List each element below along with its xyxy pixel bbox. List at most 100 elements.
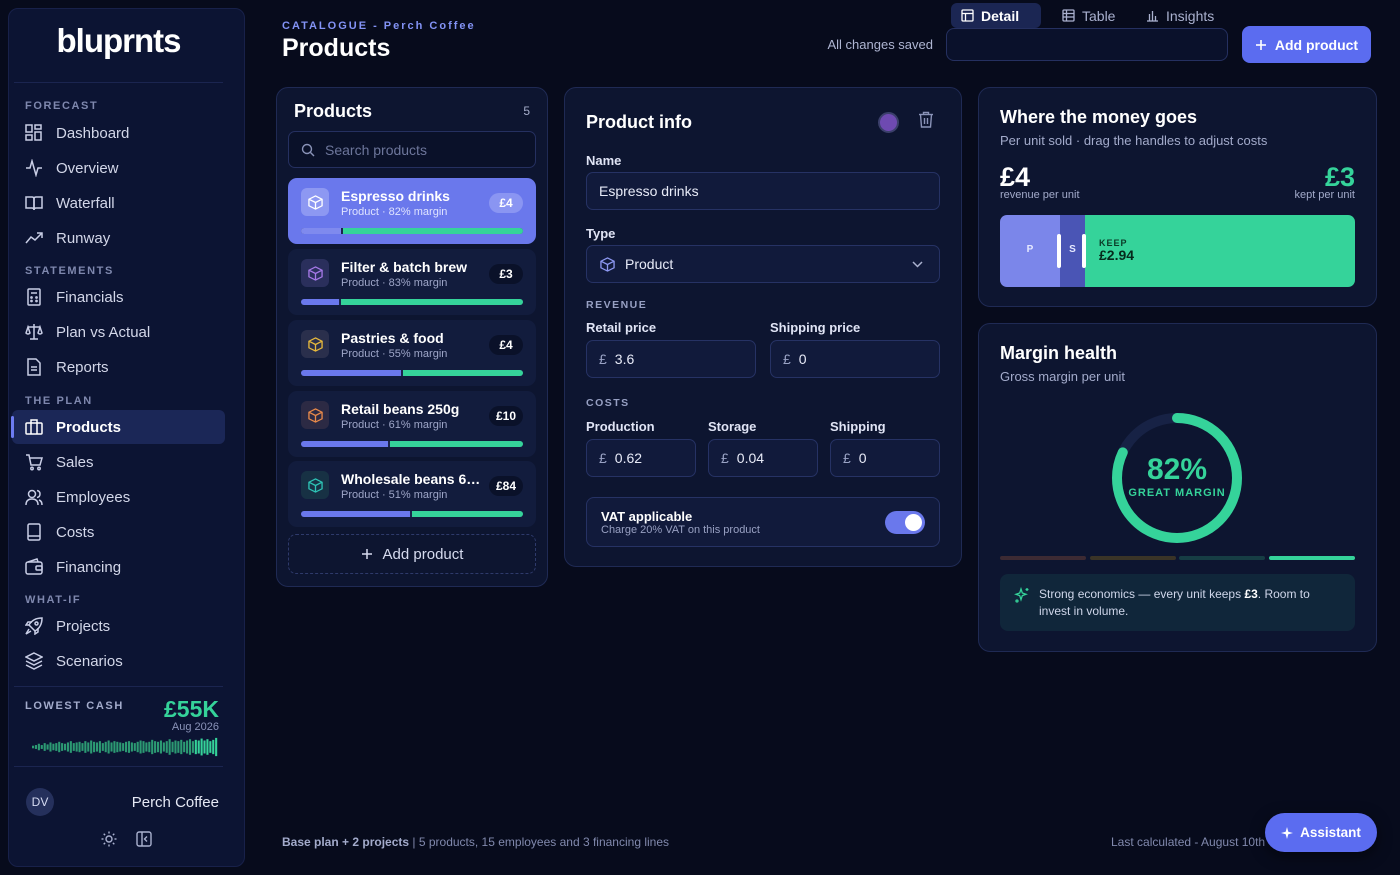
sidebar-item-financing[interactable]: Financing: [12, 550, 225, 584]
sidebar-item-runway[interactable]: Runway: [12, 221, 225, 255]
sparkline-bar: [186, 740, 189, 754]
sidebar-item-waterfall[interactable]: Waterfall: [12, 186, 225, 220]
vat-toggle[interactable]: [885, 511, 925, 534]
page-title: Products: [282, 34, 391, 62]
margin-percent: 82%: [1146, 453, 1208, 486]
production-input[interactable]: £ 0.62: [586, 439, 696, 477]
theme-toggle-sun-icon[interactable]: [101, 831, 117, 847]
add-product-list-button[interactable]: Add product: [288, 534, 536, 574]
sidebar-item-plan-vs-actual[interactable]: Plan vs Actual: [12, 315, 225, 349]
product-color-swatch[interactable]: [878, 112, 899, 133]
collapse-sidebar-icon[interactable]: [136, 831, 152, 847]
sidebar-item-sales[interactable]: Sales: [12, 445, 225, 479]
cash-sparkline: [32, 737, 218, 757]
product-list-item[interactable]: Retail beans 250g Product · 61% margin £10: [288, 391, 536, 457]
sparkline-bar: [165, 741, 168, 753]
sparkline-bar: [49, 742, 52, 752]
save-status: All changes saved: [827, 37, 933, 52]
sidebar-item-dashboard[interactable]: Dashboard: [12, 116, 225, 150]
logo[interactable]: bluprnts: [0, 22, 237, 60]
sidebar-item-costs[interactable]: Costs: [12, 515, 225, 549]
add-product-label: Add product: [1274, 36, 1359, 53]
products-panel-title: Products: [294, 101, 373, 121]
sidebar-item-reports[interactable]: Reports: [12, 350, 225, 384]
lowest-cash-date: Aug 2026: [171, 721, 219, 733]
search-input[interactable]: [325, 141, 515, 158]
sidebar-item-label: Scenarios: [56, 652, 123, 670]
cost-segment-p: P: [1000, 215, 1060, 287]
product-list-item[interactable]: Pastries & food Product · 55% margin £4: [288, 320, 536, 386]
product-name: Retail beans 250g: [341, 401, 460, 417]
sparkline-bar: [180, 739, 183, 755]
currency-symbol: £: [783, 351, 791, 367]
tab-insights[interactable]: Insights: [1136, 3, 1224, 28]
margin-bar-cost: [301, 299, 339, 305]
sparkle-icon: [1281, 826, 1294, 839]
sparkline-bar: [197, 740, 200, 754]
product-info-title: Product info: [586, 112, 692, 132]
costs-section-label: COSTS: [586, 397, 630, 409]
product-list-item[interactable]: Espresso drinks Product · 82% margin £4: [288, 178, 536, 244]
shipping-input[interactable]: £ 0: [830, 439, 940, 477]
margin-rating: GREAT MARGIN: [1128, 487, 1226, 499]
currency-symbol: £: [599, 351, 607, 367]
org-name[interactable]: Perch Coffee: [60, 794, 219, 811]
production-drag-handle[interactable]: [1057, 234, 1061, 268]
table-icon: [1062, 9, 1075, 22]
product-list-item[interactable]: Filter & batch brew Product · 83% margin £…: [288, 249, 536, 315]
breadcrumb[interactable]: CATALOGUE - Perch Coffee: [282, 20, 476, 32]
margin-bar-cost: [301, 441, 388, 447]
sidebar-item-label: Reports: [56, 358, 109, 376]
sparkline-bar: [52, 743, 55, 751]
sidebar-item-label: Employees: [56, 488, 131, 506]
sparkle-icon: [1014, 587, 1030, 603]
footer-plan[interactable]: Base plan + 2 projects: [282, 835, 409, 849]
sparkline-bar: [43, 743, 46, 751]
sparkline-bar: [61, 743, 64, 751]
calculator-icon: [24, 287, 44, 307]
sidebar-item-overview[interactable]: Overview: [12, 151, 225, 185]
trash-icon[interactable]: [918, 111, 934, 128]
sparkline-bar: [104, 741, 107, 753]
vat-subtitle: Charge 20% VAT on this product: [601, 524, 760, 536]
shipping-value: 0: [858, 450, 867, 466]
margin-scale-great: [1269, 556, 1355, 560]
tab-table[interactable]: Table: [1052, 3, 1132, 28]
sidebar-item-projects[interactable]: Projects: [12, 609, 225, 643]
sidebar-item-scenarios[interactable]: Scenarios: [12, 644, 225, 678]
sparkline-bar: [162, 742, 165, 752]
product-margin-bar: [301, 511, 523, 517]
trend-icon: [24, 228, 44, 248]
sparkline-bar: [148, 741, 151, 753]
sparkline-bar: [156, 741, 160, 753]
tab-detail[interactable]: Detail: [951, 3, 1041, 28]
sparkline-bar: [87, 742, 90, 752]
sparkline-bar: [133, 743, 136, 751]
sparkline-bar: [81, 743, 84, 751]
storage-input[interactable]: £ 0.04: [708, 439, 818, 477]
sidebar-divider: [14, 82, 223, 83]
product-list-item[interactable]: Wholesale beans 6… Product · 51% margin £8…: [288, 461, 536, 527]
sparkline-bar: [171, 741, 174, 753]
add-product-button[interactable]: Add product: [1242, 26, 1371, 63]
shipping-price-input[interactable]: £ 0: [770, 340, 940, 378]
sparkline-bar: [159, 740, 162, 754]
assistant-button[interactable]: Assistant: [1265, 813, 1377, 852]
name-field[interactable]: Espresso drinks: [586, 172, 940, 210]
sparkline-bar: [130, 742, 133, 752]
sidebar-item-products[interactable]: Products: [11, 410, 225, 444]
storage-drag-handle[interactable]: [1082, 234, 1086, 268]
type-select[interactable]: Product: [586, 245, 940, 283]
sidebar-item-financials[interactable]: Financials: [12, 280, 225, 314]
sparkline-bar: [206, 739, 209, 755]
briefcase-icon: [24, 417, 44, 437]
avatar[interactable]: DV: [26, 788, 54, 816]
product-subtitle: Product · 82% margin: [341, 206, 448, 218]
product-price-badge: £4: [489, 193, 523, 213]
section-what-if: WHAT-IF: [25, 594, 82, 606]
sparkline-bar: [113, 741, 116, 753]
sidebar-item-employees[interactable]: Employees: [12, 480, 225, 514]
margin-bar-keep: [389, 441, 523, 447]
retail-price-input[interactable]: £ 3.6: [586, 340, 756, 378]
sparkline-bar: [215, 737, 218, 757]
